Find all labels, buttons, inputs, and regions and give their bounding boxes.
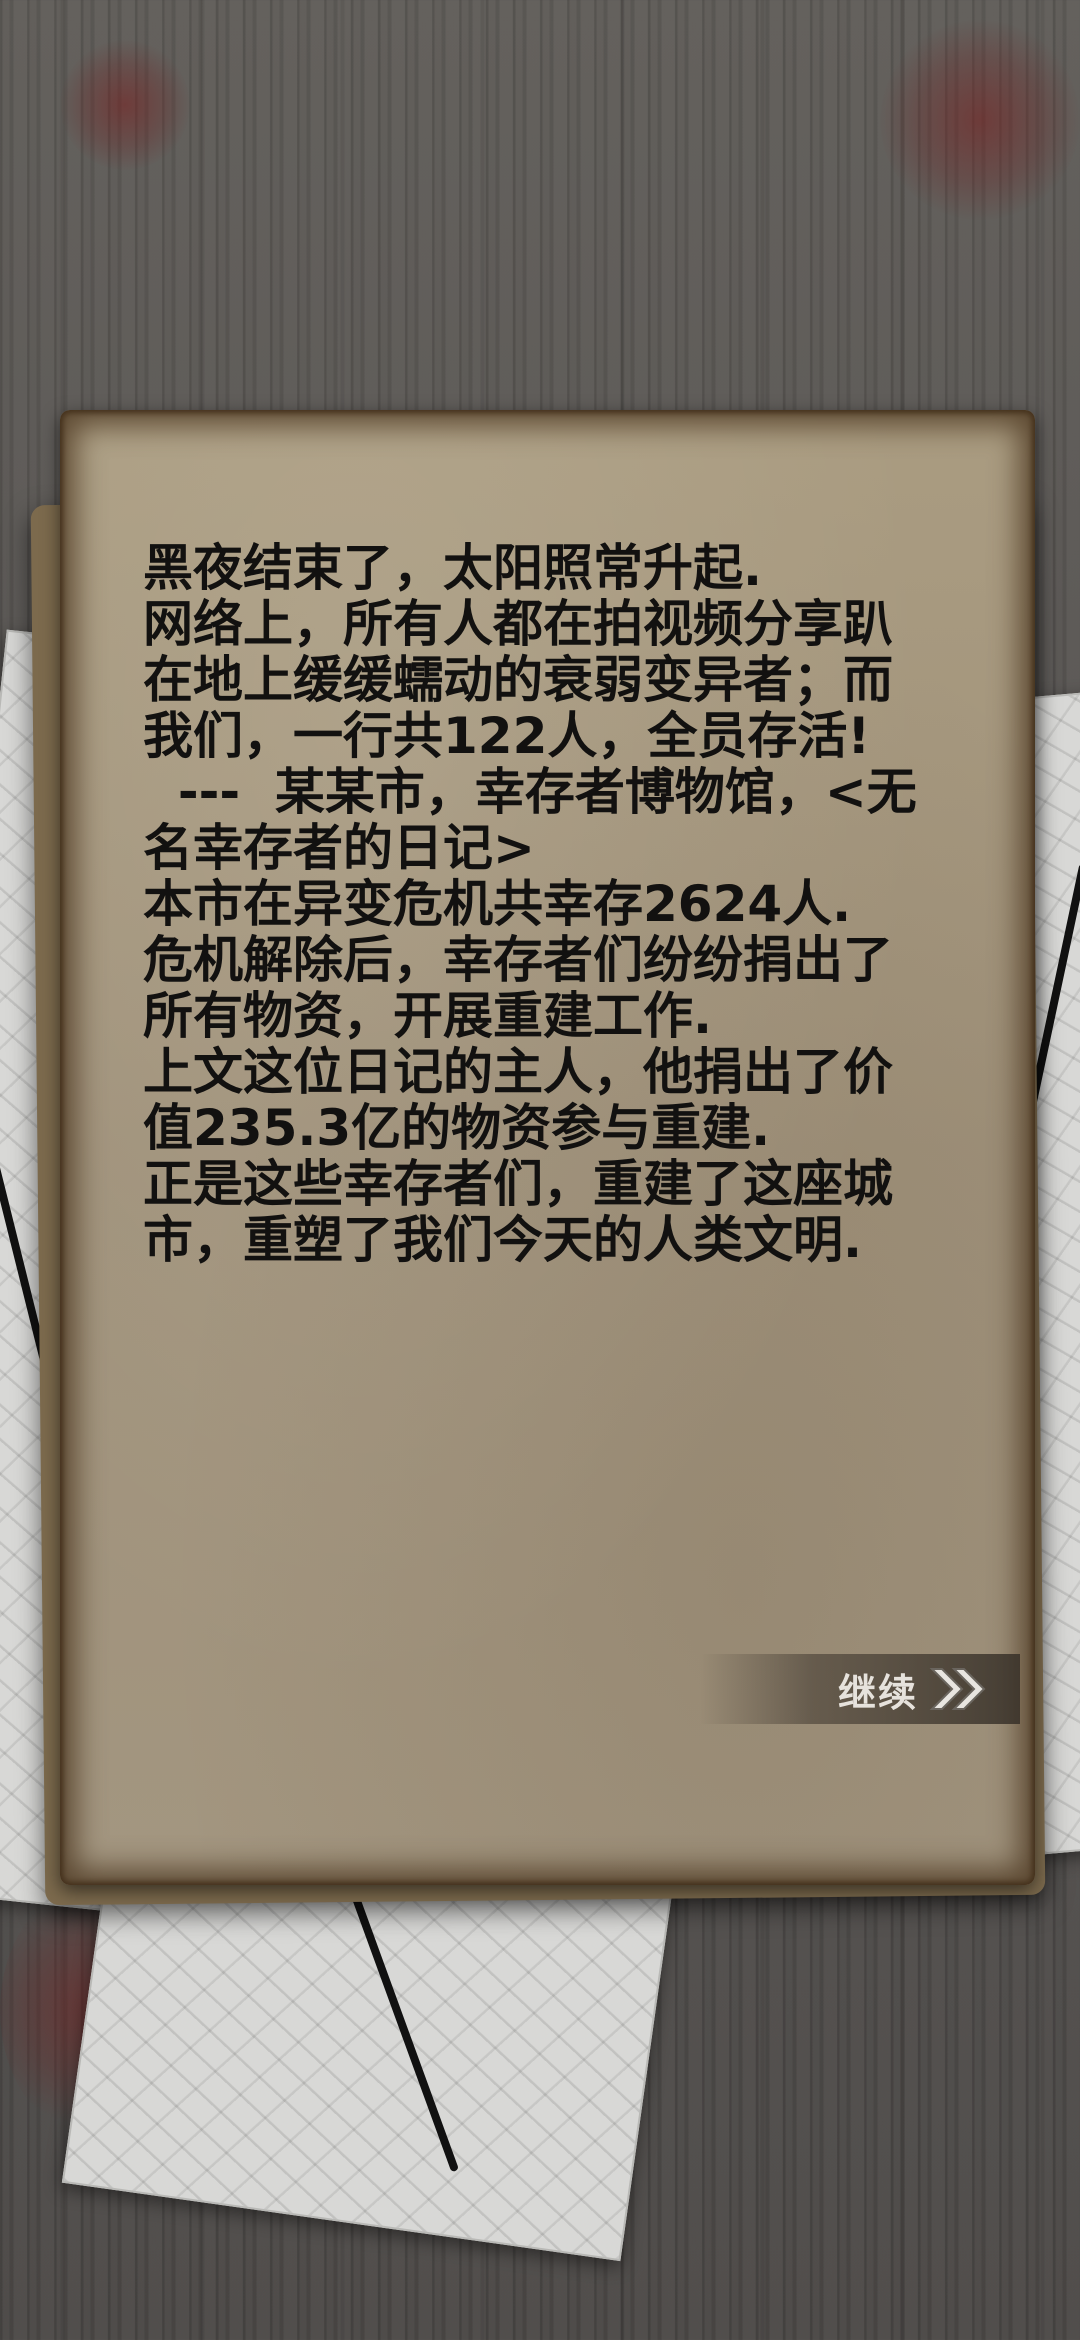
continue-label: 继续	[837, 1670, 918, 1715]
diary-text: 黑夜结束了，太阳照常升起. 网络上，所有人都在拍视频分享趴 在地上缓缓蠕动的衰弱…	[143, 540, 1013, 1268]
diary-line: 本市在异变危机共幸存2624人.	[143, 875, 852, 933]
diary-line: 值235.3亿的物资参与重建.	[143, 1099, 771, 1157]
diary-line: 我们，一行共122人，全员存活!	[143, 707, 871, 765]
diary-line: 名幸存者的日记>	[143, 819, 535, 877]
double-chevron-right-icon	[928, 1665, 990, 1713]
blood-splatter-top-left	[60, 40, 190, 170]
diary-line: 上文这位日记的主人，他捐出了价	[143, 1043, 893, 1101]
diary-line: 在地上缓缓蠕动的衰弱变异者；而	[143, 651, 893, 709]
diary-line: 黑夜结束了，太阳照常升起.	[143, 539, 762, 597]
diary-line: 正是这些幸存者们，重建了这座城	[143, 1155, 893, 1213]
diary-line: 网络上，所有人都在拍视频分享趴	[143, 595, 893, 653]
continue-button[interactable]: 继续	[700, 1654, 1020, 1724]
diary-line: 所有物资，开展重建工作.	[143, 987, 712, 1045]
diary-line: 市，重塑了我们今天的人类文明.	[143, 1211, 862, 1269]
blood-splatter-top-right	[880, 20, 1080, 220]
diary-line: 危机解除后，幸存者们纷纷捐出了	[143, 931, 893, 989]
diary-line: --- 某某市，幸存者博物馆，<无	[143, 763, 917, 821]
